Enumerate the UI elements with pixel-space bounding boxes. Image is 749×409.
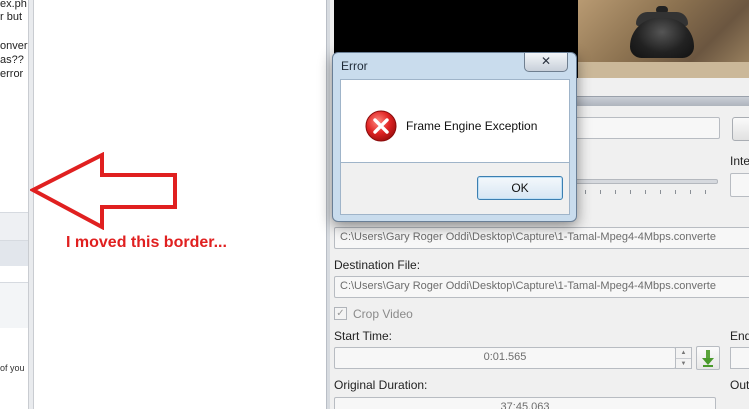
crop-video-label: Crop Video — [353, 307, 413, 321]
close-icon[interactable]: ✕ — [524, 53, 568, 72]
dialog-title: Error — [341, 59, 368, 73]
left-pane: ex.ph r but onver as?? error of you — [0, 0, 28, 409]
left-text-fragment: as?? — [0, 54, 24, 66]
original-duration-field: 37:45.063 — [334, 397, 716, 409]
inte-label: Inte — [730, 154, 749, 168]
slider-tick — [645, 190, 646, 194]
left-text-fragment: ex.ph — [0, 0, 27, 10]
settings-button[interactable] — [732, 117, 749, 141]
video-table-edge — [578, 62, 749, 78]
slider-tick — [630, 190, 631, 194]
dialog-body: Frame Engine Exception — [340, 79, 570, 163]
original-duration-label: Original Duration: — [334, 378, 428, 392]
slider-tick — [675, 190, 676, 194]
left-list-row[interactable] — [0, 240, 28, 266]
slider-tick — [690, 190, 691, 194]
ok-button[interactable]: OK — [477, 176, 563, 200]
left-bottom-fragment: of you — [0, 363, 25, 373]
slider-tick — [705, 190, 706, 194]
start-time-field[interactable]: 0:01.565 — [334, 347, 676, 369]
video-preview-frame — [578, 0, 749, 78]
error-dialog: Error ✕ Frame Engine Exception OK — [332, 52, 577, 222]
destination-file-field[interactable]: C:\Users\Gary Roger Oddi\Desktop\Capture… — [334, 276, 749, 298]
left-text-fragment: r but — [0, 11, 23, 23]
end-time-label: End — [730, 329, 749, 343]
set-start-button[interactable] — [696, 346, 720, 370]
slider-tick — [600, 190, 601, 194]
output-label: Out — [730, 378, 749, 392]
start-time-spinner[interactable]: ▲ ▼ — [675, 347, 692, 369]
error-message: Frame Engine Exception — [406, 119, 538, 133]
slider-tick — [585, 190, 586, 194]
inte-field[interactable] — [730, 173, 749, 197]
spin-down-icon[interactable]: ▼ — [676, 358, 691, 368]
annotation-text: I moved this border... — [66, 234, 227, 251]
slider-tick — [660, 190, 661, 194]
end-time-field[interactable] — [730, 347, 749, 369]
source-file-field[interactable]: C:\Users\Gary Roger Oddi\Desktop\Capture… — [334, 227, 749, 249]
left-text-fragment: error — [0, 68, 24, 80]
quality-slider[interactable] — [564, 179, 718, 184]
start-time-label: Start Time: — [334, 329, 393, 343]
spin-up-icon[interactable]: ▲ — [676, 348, 691, 358]
dialog-footer: OK — [340, 163, 570, 215]
green-down-arrow-icon — [702, 350, 714, 367]
crop-video-checkbox[interactable]: ✓ — [334, 307, 347, 320]
left-list-row[interactable] — [0, 282, 28, 328]
error-x-icon — [365, 110, 397, 142]
left-text-fragment: onver — [0, 40, 28, 52]
red-left-arrow-icon — [30, 152, 177, 230]
left-list-row[interactable] — [0, 212, 28, 240]
slider-tick — [615, 190, 616, 194]
destination-file-label: Destination File: — [334, 258, 421, 272]
